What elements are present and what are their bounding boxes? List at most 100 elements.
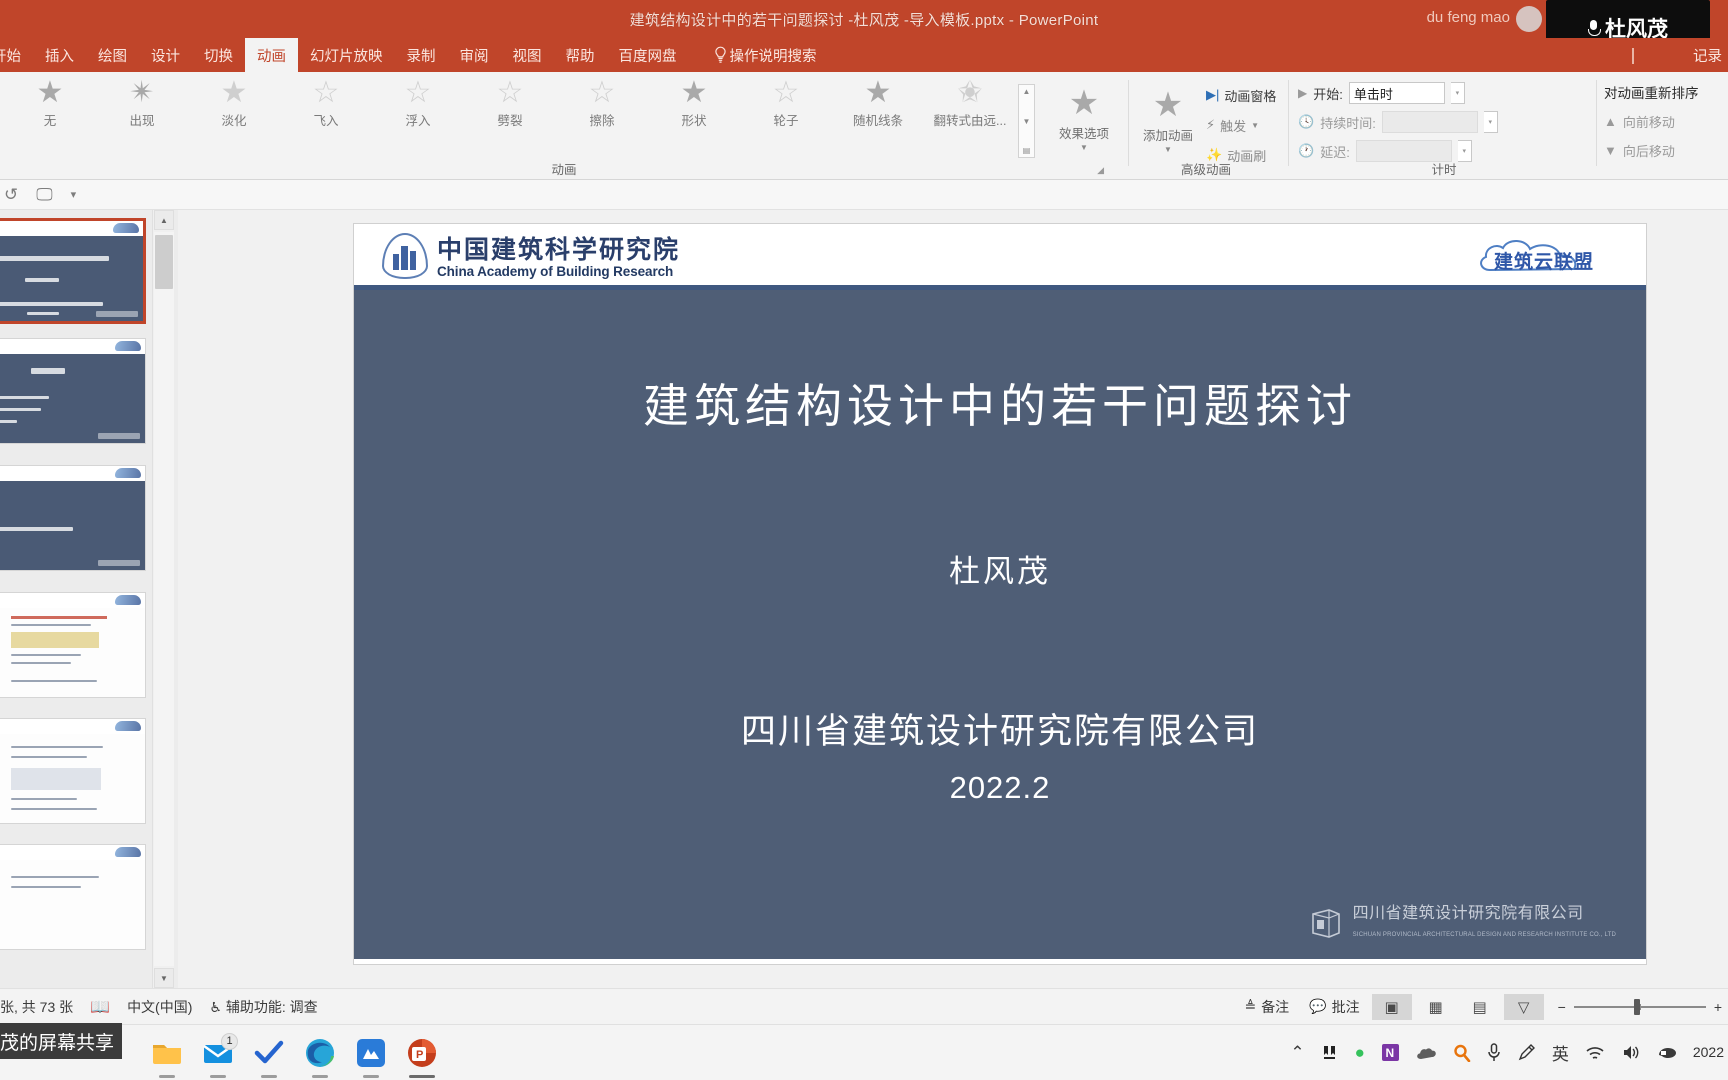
record-right-label[interactable]: 记录: [1693, 38, 1722, 72]
taskbar-apps: 1 P: [150, 1032, 439, 1078]
animation-none[interactable]: ★ 无: [4, 78, 96, 129]
tell-me-search[interactable]: 操作说明搜索: [689, 38, 829, 72]
file-explorer-icon[interactable]: [150, 1036, 184, 1078]
tab-transitions[interactable]: 切换: [192, 38, 245, 72]
tab-animations[interactable]: 动画: [245, 38, 298, 72]
reading-view-button[interactable]: ▤: [1460, 994, 1500, 1020]
animation-float-in[interactable]: ☆ 浮入: [372, 78, 464, 129]
animation-label: 随机线条: [852, 114, 903, 128]
animation-dialog-launcher[interactable]: ◢: [1097, 165, 1104, 176]
pen-icon[interactable]: [1517, 1043, 1536, 1062]
tab-view[interactable]: 视图: [501, 38, 554, 72]
onenote-icon[interactable]: N: [1381, 1043, 1400, 1062]
tab-insert[interactable]: 插入: [33, 38, 86, 72]
animation-fade[interactable]: ★ 淡化: [188, 78, 280, 129]
volume-icon[interactable]: [1621, 1044, 1641, 1061]
onedrive-icon[interactable]: [1416, 1045, 1437, 1061]
animation-fly-in[interactable]: ☆ 飞入: [280, 78, 372, 129]
tab-draw[interactable]: 绘图: [86, 38, 139, 72]
thumb-scroll-track[interactable]: [154, 232, 174, 966]
preview-animation-icon[interactable]: 🖵: [36, 185, 52, 205]
gallery-more-icon[interactable]: ▤: [1023, 146, 1031, 155]
thumb-scroll-down-button[interactable]: ▼: [154, 968, 174, 988]
animation-random-bars[interactable]: ★ 随机线条: [832, 78, 924, 129]
animation-split[interactable]: ☆ 劈裂: [464, 78, 556, 129]
account-name[interactable]: du feng mao: [1427, 9, 1510, 26]
start-dropdown[interactable]: 单击时: [1348, 82, 1445, 104]
thumb-scroll-up-button[interactable]: ▲: [154, 210, 174, 230]
tab-label: 录制: [406, 48, 436, 65]
animation-shape[interactable]: ★ 形状: [648, 78, 740, 129]
wifi-icon[interactable]: [1585, 1045, 1605, 1061]
zoom-out-button[interactable]: −: [1558, 999, 1566, 1015]
mail-icon[interactable]: 1: [201, 1032, 238, 1078]
tab-baidu-netdisk[interactable]: 百度网盘: [607, 38, 689, 72]
green-dot-icon[interactable]: ●: [1355, 1043, 1365, 1063]
show-hidden-icons-chevron[interactable]: ⌃: [1290, 1043, 1304, 1063]
thumbnail-slide-2[interactable]: [0, 338, 146, 444]
notes-button[interactable]: ≜ 备注: [1236, 993, 1297, 1021]
zoom-in-button[interactable]: +: [1714, 999, 1722, 1015]
spellcheck-icon[interactable]: 📖: [90, 997, 110, 1017]
zoom-slider-track[interactable]: [1573, 998, 1706, 1015]
accessibility-status[interactable]: ♿ 辅助功能: 调查: [209, 997, 317, 1017]
normal-view-button[interactable]: ▣: [1371, 993, 1412, 1020]
trigger-button[interactable]: ⚡ 触发 ▼: [1206, 112, 1276, 138]
slide-count-label[interactable]: 张, 共 73 张: [0, 997, 73, 1017]
animation-gallery[interactable]: ★ 无 ✴ 出现 ★ 淡化 ☆ 飞入 ☆ 浮入 ☆ 劈裂 ☆ 擦除 ★ 形状 ☆…: [0, 72, 1128, 158]
duration-label: 持续时间:: [1320, 115, 1376, 131]
tab-help[interactable]: 帮助: [554, 38, 607, 72]
star-randombars-icon: ★: [864, 76, 892, 109]
slideshow-view-button[interactable]: ▽: [1503, 993, 1544, 1020]
duration-spinner[interactable]: ▾: [1483, 111, 1498, 133]
ime-tool-icon[interactable]: [1657, 1045, 1677, 1060]
slide-sorter-view-button[interactable]: ▦: [1416, 994, 1456, 1020]
move-earlier-button[interactable]: ▲ 向前移动: [1604, 112, 1728, 131]
gallery-scroll-up-icon[interactable]: ▲: [1023, 87, 1031, 96]
customize-qat-caret-icon[interactable]: ▾: [71, 188, 77, 201]
zoom-control[interactable]: − +: [1558, 998, 1722, 1015]
animation-pane-button[interactable]: ▶| 动画窗格: [1206, 82, 1276, 108]
tab-design[interactable]: 设计: [139, 38, 192, 72]
blue-app-icon[interactable]: [354, 1036, 388, 1078]
comments-button[interactable]: 💬 批注: [1301, 993, 1367, 1021]
todo-icon[interactable]: [252, 1036, 286, 1078]
thumbnail-slide-6[interactable]: [0, 844, 146, 950]
thumbnail-slide-1[interactable]: [0, 218, 146, 324]
tab-record[interactable]: 录制: [395, 38, 448, 72]
animation-appear[interactable]: ✴ 出现: [96, 78, 188, 129]
edge-browser-icon[interactable]: [303, 1036, 337, 1078]
thumb-scroll-handle[interactable]: [155, 235, 173, 289]
powerpoint-icon[interactable]: P: [405, 1036, 439, 1078]
animation-wipe[interactable]: ☆ 擦除: [556, 78, 648, 129]
taskbar-clock[interactable]: 2022: [1693, 1045, 1724, 1060]
animation-gallery-scrollbar[interactable]: ▲ ▼ ▤: [1018, 84, 1035, 158]
add-animation-button[interactable]: ★ 添加动画 ▼: [1130, 80, 1206, 168]
gallery-scroll-down-icon[interactable]: ▼: [1023, 117, 1031, 126]
effect-options-button[interactable]: ★ 效果选项 ▼: [1041, 78, 1127, 152]
avatar[interactable]: [1516, 6, 1542, 32]
thumb-body: [0, 860, 145, 949]
tab-slideshow[interactable]: 幻灯片放映: [298, 38, 395, 72]
thumbnail-slide-4[interactable]: [0, 592, 146, 698]
duration-input[interactable]: [1381, 111, 1478, 133]
tab-review[interactable]: 审阅: [448, 38, 501, 72]
language-label[interactable]: 中文(中国): [127, 997, 192, 1017]
thumbnail-slide-5[interactable]: [0, 718, 146, 824]
replay-icon[interactable]: ↺: [4, 185, 18, 205]
animation-wheel[interactable]: ☆ 轮子: [740, 78, 832, 129]
animation-grow-turn[interactable]: ✬ 翻转式由远...: [924, 78, 1016, 129]
tab-home[interactable]: 开始: [0, 38, 33, 72]
search-icon[interactable]: [1453, 1044, 1471, 1062]
tray-app-icon[interactable]: [1321, 1044, 1339, 1062]
screen-share-indicator[interactable]: 茂的屏幕共享: [0, 1023, 123, 1059]
move-later-button[interactable]: ▼ 向后移动: [1604, 141, 1728, 160]
zoom-slider-handle[interactable]: [1633, 998, 1640, 1015]
ime-english-icon[interactable]: 英: [1552, 1040, 1569, 1065]
thumbnail-scrollbar[interactable]: ▲ ▼: [152, 210, 174, 988]
thumbnail-slide-3[interactable]: [0, 465, 146, 571]
microphone-icon[interactable]: [1487, 1043, 1501, 1062]
start-dropdown-caret-icon[interactable]: ▾: [1450, 82, 1465, 104]
slide-canvas[interactable]: 中国建筑科学研究院 China Academy of Building Rese…: [354, 224, 1646, 964]
slide-thumbnail-pane[interactable]: ▲ ▼: [0, 210, 178, 988]
